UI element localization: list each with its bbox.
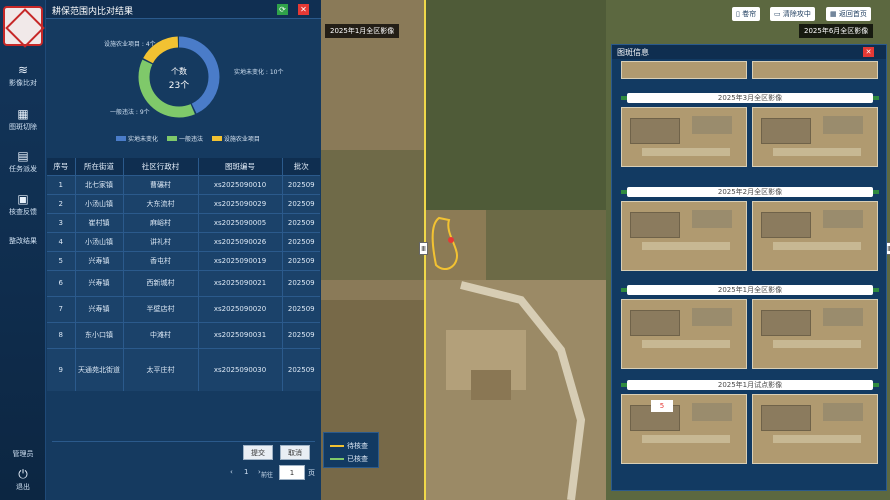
map-legend: 待核查 已核查	[323, 432, 379, 468]
legend-pending: 待核查	[330, 441, 368, 451]
table-row[interactable]: 2 小汤山镇 大东流村 xs2025090029 202509	[47, 193, 320, 213]
current-page[interactable]: 1	[244, 468, 248, 476]
left-image-label: 2025年1月全区影像	[325, 24, 400, 38]
nav-item-review-feedback[interactable]: ▣ 核查反馈	[0, 193, 46, 217]
grid-icon: ▦	[830, 10, 839, 18]
table-row[interactable]: 1 北七家镇 曹碾村 xs2025090010 202509	[47, 174, 320, 194]
power-icon: ⏻	[18, 467, 28, 481]
table-row[interactable]: 6 兴寿镇 西新城村 xs2025090021 202509	[47, 269, 320, 296]
page-suffix: 页	[308, 469, 315, 477]
image-tile[interactable]	[752, 299, 878, 369]
swipe-mode-button[interactable]: ▯ 卷帘	[732, 7, 761, 21]
image-tile[interactable]	[621, 107, 747, 167]
footer-divider	[52, 441, 315, 442]
app-logo	[3, 6, 43, 46]
close-icon: ✕	[865, 48, 872, 56]
layers-icon: ≋	[17, 63, 29, 77]
table-header-row: 序号 所在街道 社区行政村 图斑编号 批次	[47, 158, 320, 175]
home-button[interactable]: ▦ 返回首页	[826, 7, 871, 21]
image-tile[interactable]	[621, 61, 747, 79]
table-row[interactable]: 5 兴寿镇 香屯村 xs2025090019 202509	[47, 250, 320, 270]
admin-label: 管理员	[12, 450, 34, 458]
image-tile[interactable]	[752, 201, 878, 271]
donut-center-value: 23个	[169, 80, 189, 91]
image-tile[interactable]	[752, 107, 878, 167]
group-title: 2025年3月全区影像	[627, 93, 873, 103]
refresh-icon: ⟳	[279, 5, 286, 14]
col-header-street: 所在街道	[75, 158, 124, 175]
cancel-button[interactable]: 取消	[280, 445, 310, 460]
panel-close-button[interactable]: ✕	[298, 4, 309, 15]
goto-label: 前往	[261, 472, 274, 479]
table-row[interactable]: 4 小汤山镇 讲礼村 xs2025090026 202509	[47, 231, 320, 251]
results-table: 序号 所在街道 社区行政村 图斑编号 批次 1 北七家镇 曹碾村 xs20250900…	[47, 158, 320, 391]
image-tile[interactable]	[752, 61, 878, 79]
image-info-panel: 图斑信息 ✕ 2025年3月全区影像 2025年2月全区影像 2025年1月全区…	[611, 44, 887, 491]
logout-button[interactable]: ⏻ 退出	[0, 468, 46, 492]
panel-title: 耕保范围内比对结果	[52, 7, 134, 17]
nav-item-rectify-result[interactable]: 整改结果	[0, 236, 46, 246]
image-tile[interactable]	[621, 299, 747, 369]
right-image-label: 2025年6月全区影像	[799, 24, 874, 38]
col-header-patch-id: 图斑编号	[198, 158, 283, 175]
col-header-village: 社区行政村	[123, 158, 199, 175]
submit-button[interactable]: 提交	[243, 445, 273, 460]
nav-item-image-compare[interactable]: ≋ 影像比对	[0, 64, 46, 88]
table-row[interactable]: 8 东小口镇 中滩村 xs2025090031 202509	[47, 321, 320, 348]
clipboard-icon: ▤	[17, 149, 29, 163]
col-header-batch: 批次	[282, 158, 320, 175]
image-info-header: 图斑信息 ✕	[612, 45, 886, 59]
nav-item-patch-cut[interactable]: ▦ 图斑切除	[0, 108, 46, 132]
table-row[interactable]: 7 兴寿镇 半壁店村 xs2025090020 202509	[47, 295, 320, 322]
legend-item-violation: 一般违法	[166, 134, 203, 143]
image-info-close-button[interactable]: ✕	[863, 47, 874, 57]
group-title: 2025年2月全区影像	[627, 187, 873, 197]
group-title: 2025年1月全区影像	[627, 285, 873, 295]
close-icon: ✕	[300, 5, 307, 14]
image-tile[interactable]	[621, 394, 747, 464]
swipe-handle-left[interactable]: Ⅲ	[419, 242, 428, 255]
page-jump-input[interactable]: 1	[279, 465, 305, 480]
legend-item-unchanged: 实地未变化	[116, 134, 158, 143]
panel-header: 耕保范围内比对结果 ⟳ ✕	[46, 0, 321, 19]
col-header-index: 序号	[47, 158, 76, 175]
refresh-button[interactable]: ⟳	[277, 4, 288, 15]
clear-selection-button[interactable]: ▭ 清除攻中	[770, 7, 815, 21]
zoom-stepper[interactable]: 5	[651, 400, 673, 412]
comparison-panel: 耕保范围内比对结果 ⟳ ✕ 个数 23个 设施农业项目 : 4个 实地未变化 :…	[46, 0, 321, 500]
legend-item-facility: 设施农业项目	[211, 134, 260, 143]
slice-label-unchanged: 实地未变化 : 10个	[234, 69, 284, 76]
slice-label-facility: 设施农业项目 : 4个	[104, 41, 156, 48]
image-tile[interactable]	[621, 201, 747, 271]
chart-legend: 实地未变化 一般违法 设施农业项目	[116, 134, 267, 143]
table-row[interactable]: 3 崔村镇 麻峪村 xs2025090005 202509	[47, 212, 320, 232]
review-icon: ▣	[17, 192, 29, 206]
monitor-icon: ▭	[774, 10, 783, 18]
image-info-title: 图斑信息	[617, 48, 649, 57]
prev-page-button[interactable]: ‹	[230, 468, 233, 476]
group-title: 2025年1月试点影像	[627, 380, 873, 390]
grid-icon: ▦	[17, 107, 29, 121]
donut-center-title: 个数	[171, 66, 187, 76]
table-row[interactable]: 9 天通苑北街道 太平庄村 xs2025090030 202509	[47, 347, 320, 391]
left-nav: ≋ 影像比对 ▦ 图斑切除 ▤ 任务派发 ▣ 核查反馈 整改结果 管理员 ⏻ 退…	[0, 0, 46, 500]
image-tile[interactable]	[752, 394, 878, 464]
slice-label-violation: 一般违法 : 9个	[110, 109, 150, 116]
nav-item-task-dispatch[interactable]: ▤ 任务派发	[0, 150, 46, 174]
legend-checked: 已核查	[330, 454, 368, 464]
